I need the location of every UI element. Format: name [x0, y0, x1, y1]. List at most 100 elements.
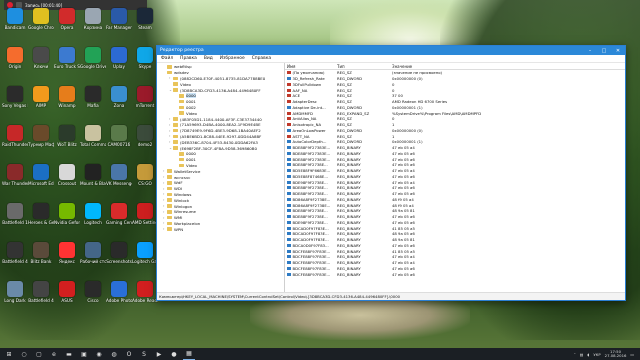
desktop-icon[interactable]: Heroes & Generals — [28, 203, 54, 225]
value-row[interactable]: BDCAD0F97F83E... REG_BINARY 41 85 05 a5 — [285, 225, 625, 231]
task-view-icon[interactable]: ▢ — [33, 349, 45, 359]
value-row[interactable]: ACE REG_SZ 37 00 — [285, 93, 625, 99]
value-row[interactable]: AutoColorDepth... REG_DWORD 0x00000001 (1) — [285, 139, 625, 145]
desktop-icon[interactable]: Battlefield 1 — [2, 203, 28, 225]
menu-favorites[interactable]: Избранное — [220, 56, 245, 61]
value-row[interactable]: BDCA0D0F97F83... REG_BINARY 47 eb 05 a6 — [285, 243, 625, 249]
desktop-icon[interactable]: Crossout — [54, 164, 80, 186]
value-row[interactable]: (По умолчанию) REG_SZ (значение не присвое… — [285, 70, 625, 76]
value-row[interactable]: Anisotropic_NA REG_SZ 1 — [285, 122, 625, 128]
desktop-icon[interactable]: Nvidia Geforce — [54, 203, 80, 225]
value-row[interactable]: BDE88F9F2738E... REG_BINARY 47 eb 05 a6 — [285, 191, 625, 197]
network-icon[interactable]: ▤ — [580, 352, 584, 357]
desktop-icon[interactable]: Турнир Мафия — [28, 125, 54, 147]
desktop-icon[interactable]: Sony Vegas Pro — [2, 86, 28, 108]
value-row[interactable]: BDE88F9F2738E... REG_BINARY 47 eb 05 a6 — [285, 185, 625, 191]
values-pane[interactable]: Имя Тип Значение (По умолчанию) REG_SZ (зн… — [285, 63, 625, 293]
edge-icon[interactable]: e — [48, 349, 60, 359]
value-row[interactable]: Adaptive De-int... REG_DWORD 0x00000001 (1… — [285, 105, 625, 111]
desktop-icon[interactable]: Google Chrome — [28, 8, 54, 30]
desktop-icon[interactable]: Skype — [132, 47, 158, 69]
value-row[interactable]: BDCFE88F97F83E... REG_BINARY 47 eb 05 a4 — [285, 260, 625, 266]
menu-view[interactable]: Вид — [204, 56, 213, 61]
value-row[interactable]: AAF_NA REG_SZ 0 — [285, 87, 625, 93]
desktop-icon[interactable]: demo2 — [132, 125, 158, 147]
desktop-icon[interactable]: Origin — [2, 47, 28, 69]
desktop-icon[interactable]: War Thunder — [2, 164, 28, 186]
start-icon[interactable]: ⊞ — [3, 349, 15, 359]
desktop-icon[interactable]: mTorrent — [132, 86, 158, 108]
column-value[interactable]: Значение — [392, 64, 625, 69]
desktop-icon[interactable]: Screenshots — [106, 242, 132, 264]
value-row[interactable]: BD86A8F9F2738E... REG_BINARY 48 f9 05 a4 — [285, 202, 625, 208]
desktop-icon[interactable]: Adobe Reader — [132, 281, 158, 303]
desktop-icon[interactable]: Microsoft Edge — [28, 164, 54, 186]
minimize-icon[interactable]: – — [583, 46, 597, 55]
value-row[interactable]: BD5E88F9F6683E... REG_BINARY 47 eb 05 a4 — [285, 168, 625, 174]
explorer-icon[interactable]: ▬ — [63, 349, 75, 359]
value-row[interactable]: BDCFE88F97F83E... REG_BINARY 47 eb 05 a4 — [285, 254, 625, 260]
value-row[interactable]: AMDMMFD REG_EXPAND_SZ %SystemDrive%\Progra… — [285, 110, 625, 116]
bandicam-icon[interactable]: ● — [168, 349, 180, 359]
desktop-icon[interactable]: CAM00716 — [106, 125, 132, 147]
close-icon[interactable]: ✕ — [611, 46, 625, 55]
search-icon[interactable]: ○ — [18, 349, 30, 359]
desktop-icon[interactable]: Euro Truck Simulator 2 — [54, 47, 80, 69]
window-titlebar[interactable]: Редактор реестра – □ ✕ — [157, 46, 625, 55]
value-row[interactable]: BDE88F9F2738E... REG_BINARY 47 eb 05 a6 — [285, 162, 625, 168]
value-row[interactable]: BDE98F9F2738E... REG_BINARY 47 eb 05 a4 — [285, 179, 625, 185]
desktop-icon[interactable]: Steam — [132, 8, 158, 30]
desktop-icon[interactable]: Winamp — [54, 86, 80, 108]
value-row[interactable]: BDCFE88F97F83E... REG_BINARY 41 85 05 a5 — [285, 248, 625, 254]
menu-file[interactable]: Файл — [161, 56, 173, 61]
desktop-icon[interactable]: WoT Blitz — [54, 125, 80, 147]
menu-help[interactable]: Справка — [252, 56, 271, 61]
registry-tree[interactable]: webfltlsp wdsdev › (0882CD60-E70F-4051-8735… — [157, 63, 285, 293]
desktop-icon[interactable]: Корзина — [80, 8, 106, 30]
desktop-icon[interactable]: Zona — [106, 86, 132, 108]
value-row[interactable]: BDCFE88F97F83E... REG_BINARY 47 eb 05 a6 — [285, 271, 625, 277]
desktop-icon[interactable]: Gaming Center — [106, 203, 132, 225]
desktop-icon[interactable]: CS:GO — [132, 164, 158, 186]
value-row[interactable]: 3D_Refresh_Rate REG_DWORD 0x00000000 (0) — [285, 76, 625, 82]
value-row[interactable]: BDE98F9F2738E... REG_BINARY 47 eb 05 a6 — [285, 220, 625, 226]
desktop-icon[interactable]: Battlefield 4 — [28, 281, 54, 303]
value-row[interactable]: BDE88F9F27383E... REG_BINARY 47 eb 05 a6 — [285, 151, 625, 157]
value-row[interactable]: BDE88F9F27383E... REG_BINARY 47 eb 05 a4 — [285, 145, 625, 151]
tree-node[interactable]: › WPN — [157, 226, 284, 232]
desktop-icon[interactable]: AMD Settings — [132, 203, 158, 225]
value-row[interactable]: 3DFullPulldown REG_SZ 0 — [285, 82, 625, 88]
desktop-icon[interactable]: Logitech — [80, 203, 106, 225]
desktop-icon[interactable]: Logitech Gaming — [132, 242, 158, 264]
menu-edit[interactable]: Правка — [180, 56, 197, 61]
registry-editor-window[interactable]: Редактор реестра – □ ✕ Файл Правка Вид И… — [156, 45, 626, 301]
desktop-icon[interactable]: Cisco — [80, 281, 106, 303]
value-row[interactable]: BDE88F9F2738E... REG_BINARY 47 eb 05 a6 — [285, 214, 625, 220]
desktop-icon[interactable]: ASUS — [54, 281, 80, 303]
desktop-icon[interactable]: Mafia — [80, 86, 106, 108]
regedit-icon[interactable]: ▦ — [183, 349, 195, 360]
desktop-icon[interactable]: RaidThunder — [2, 125, 28, 147]
desktop-icon[interactable]: Total Commander — [80, 125, 106, 147]
desktop-icon[interactable]: Long Dark — [2, 281, 28, 303]
desktop-icon[interactable]: Mount & Blade — [80, 164, 106, 186]
steam-icon[interactable]: ◍ — [108, 349, 120, 359]
value-row[interactable]: AdapterDesc REG_SZ AMD Radeon HD 6700 Seri… — [285, 99, 625, 105]
vegas-icon[interactable]: ▶ — [153, 349, 165, 359]
desktop-icon[interactable]: Яндекс — [54, 242, 80, 264]
desktop-icon[interactable]: Battlefield 4 — [2, 242, 28, 264]
value-row[interactable]: BDE88F9F27383E... REG_BINARY 47 eb 05 a6 — [285, 156, 625, 162]
desktop-icon[interactable]: Bandicam — [2, 8, 28, 30]
desktop-icon[interactable]: Рабочий стол — [80, 242, 106, 264]
maximize-icon[interactable]: □ — [597, 46, 611, 55]
store-icon[interactable]: ▣ — [78, 349, 90, 359]
opera-icon[interactable]: O — [123, 349, 135, 359]
column-name[interactable]: Имя — [285, 64, 337, 69]
notifications-icon[interactable]: ▭ — [630, 352, 634, 357]
desktop-icon[interactable]: Opera — [54, 8, 80, 30]
column-type[interactable]: Тип — [337, 64, 392, 69]
value-row[interactable]: BDCAD0F97F83E... REG_BINARY 48 9a 05 a6 — [285, 231, 625, 237]
volume-icon[interactable]: ◖ — [587, 352, 589, 357]
value-row[interactable]: BD86A8F9F2738E... REG_BINARY 48 f9 05 a4 — [285, 197, 625, 203]
desktop-icon[interactable]: Uplay — [106, 47, 132, 69]
